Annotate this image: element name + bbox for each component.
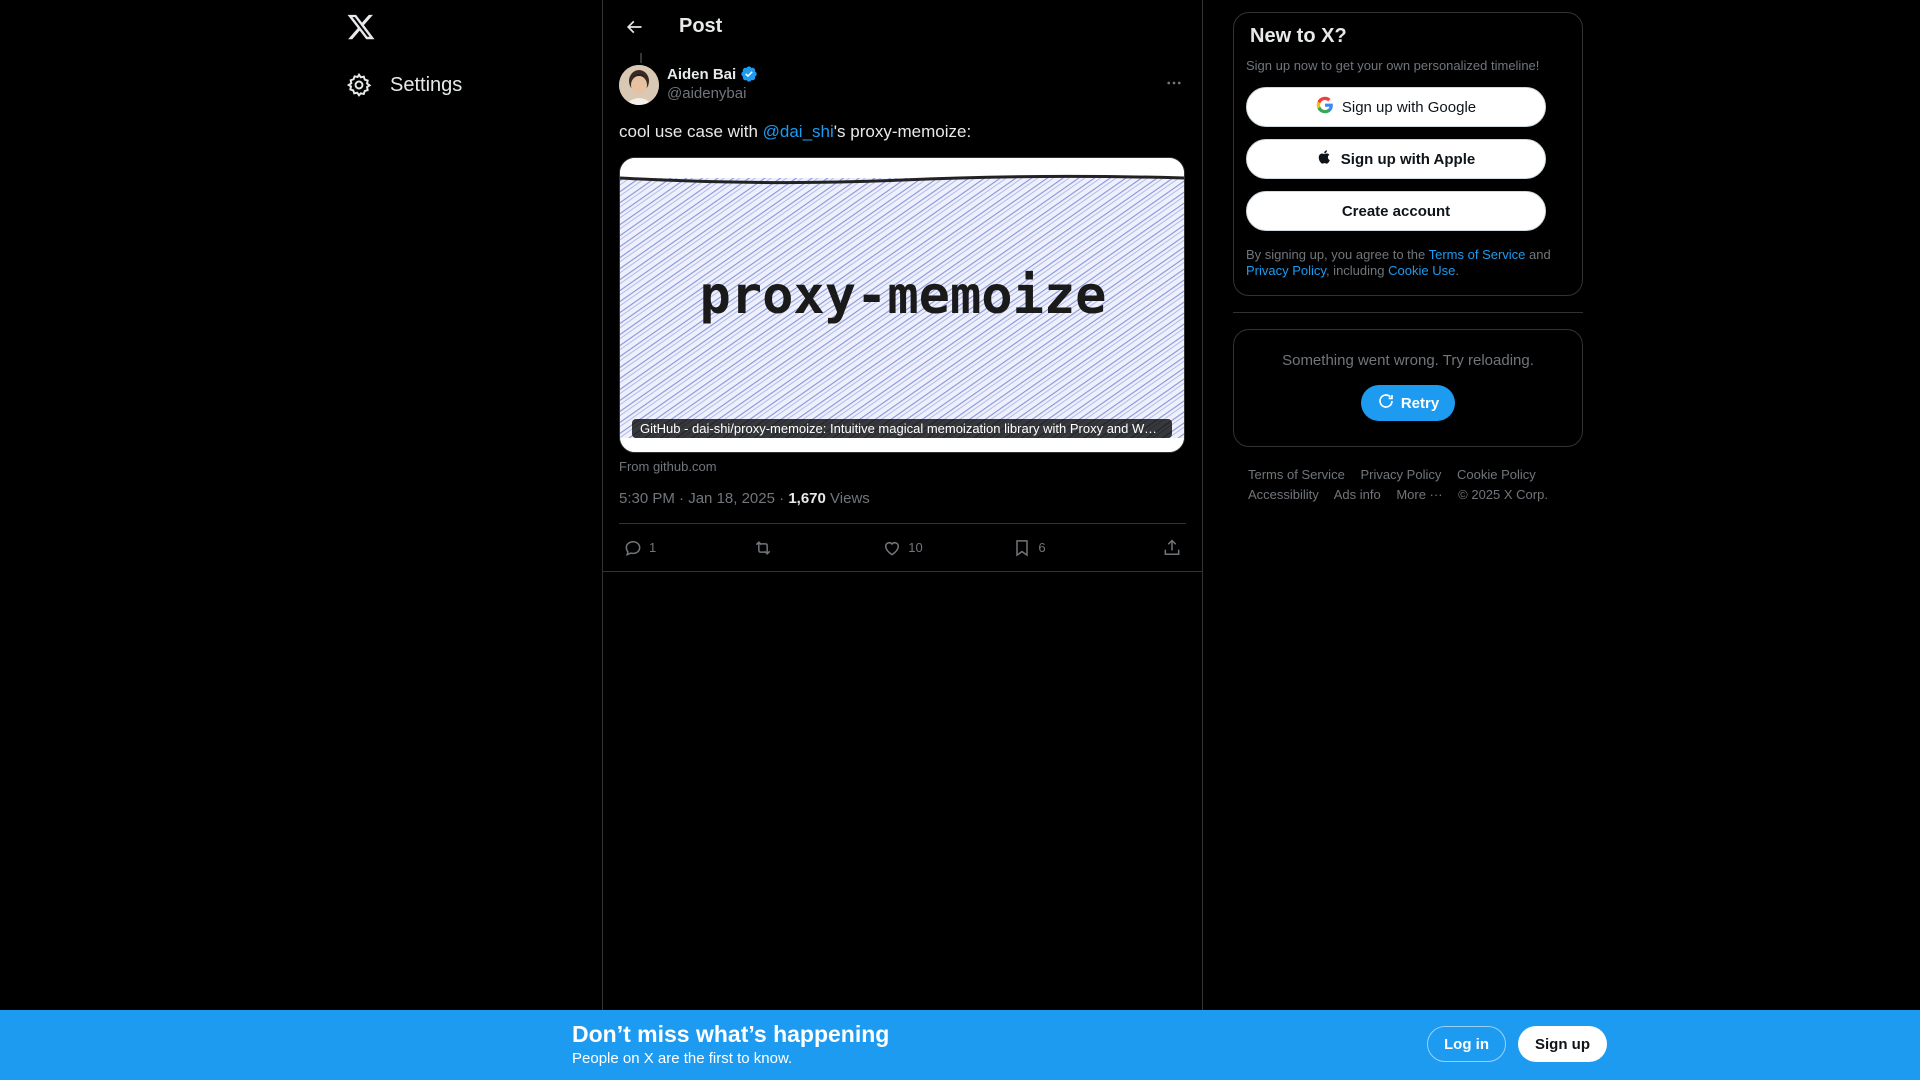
action-bar: 1 10 6 <box>603 524 1202 573</box>
terms-link[interactable]: Terms of Service <box>1429 247 1526 262</box>
footer-accessibility-link[interactable]: Accessibility <box>1248 487 1319 502</box>
main-column: Post Aiden Bai @aidenybai cool use case … <box>602 0 1203 1010</box>
signup-subtitle: Sign up now to get your own personalized… <box>1246 58 1540 73</box>
mention-link[interactable]: @dai_shi <box>763 122 834 141</box>
create-account-label: Create account <box>1341 202 1451 220</box>
signup-title: New to X? <box>1250 25 1347 47</box>
tweet-text-before: cool use case with <box>619 122 763 141</box>
tweet-date[interactable]: Jan 18, 2025 <box>688 490 775 507</box>
avatar[interactable] <box>619 65 659 105</box>
repost-button[interactable] <box>753 538 793 558</box>
footer-copyright: © 2025 X Corp. <box>1458 487 1548 502</box>
reply-count: 1 <box>649 540 657 556</box>
card-image-text: proxy-memoize <box>700 266 1107 326</box>
terms-and: and <box>1525 247 1551 262</box>
nav-settings[interactable]: Settings <box>346 72 462 98</box>
post-header: Post <box>603 0 1202 53</box>
bookmark-button[interactable]: 6 <box>1012 538 1052 558</box>
tweet-text: cool use case with @dai_shi's proxy-memo… <box>619 121 1186 143</box>
footer-more-link[interactable]: More ··· <box>1396 487 1442 502</box>
footer-ads-link[interactable]: Ads info <box>1334 487 1381 502</box>
banner-subtitle: People on X are the first to know. <box>572 1050 793 1067</box>
banner-title: Don’t miss what’s happening <box>572 1021 890 1047</box>
more-options-icon[interactable] <box>1162 71 1186 95</box>
settings-label: Settings <box>390 73 463 96</box>
cookie-link[interactable]: Cookie Use <box>1388 263 1455 278</box>
create-account-button[interactable]: Create account <box>1246 191 1546 231</box>
divider <box>1233 312 1583 313</box>
terms-including: , including <box>1325 263 1389 278</box>
footer-terms-link[interactable]: Terms of Service <box>1248 467 1345 482</box>
author-handle[interactable]: @aidenybai <box>667 85 758 102</box>
x-logo-icon[interactable] <box>346 12 378 44</box>
tweet: Aiden Bai @aidenybai cool use case with … <box>603 53 1202 573</box>
reply-button[interactable]: 1 <box>623 538 663 558</box>
signup-apple-button[interactable]: Sign up with Apple <box>1246 139 1546 179</box>
timestamp-row: 5:30 PM · Jan 18, 2025 · 1,670 Views <box>619 490 1186 525</box>
retry-label: Retry <box>1400 394 1440 412</box>
left-nav: Settings <box>0 0 602 1080</box>
terms-end: . <box>1455 263 1459 278</box>
signup-box: New to X? Sign up now to get your own pe… <box>1233 12 1583 296</box>
gear-icon <box>346 72 372 98</box>
share-button[interactable] <box>1142 538 1182 558</box>
page-title: Post <box>679 15 723 37</box>
google-label: Sign up with Google <box>1341 98 1477 116</box>
signup-button[interactable]: Sign up <box>1518 1026 1607 1062</box>
separator-dot: · <box>779 490 789 508</box>
author-name[interactable]: Aiden Bai <box>667 66 736 83</box>
bookmark-icon <box>1016 539 1029 557</box>
separator-dot: · <box>679 490 689 508</box>
views-label: Views <box>830 490 870 508</box>
footer-links: Terms of Service Privacy Policy Cookie P… <box>1233 465 1583 505</box>
apple-icon <box>1317 148 1333 170</box>
heart-icon <box>885 541 900 556</box>
bottom-banner: Don’t miss what’s happening People on X … <box>0 1010 1920 1080</box>
bookmark-count: 6 <box>1038 540 1046 556</box>
verified-badge-icon[interactable] <box>740 65 758 83</box>
link-card[interactable]: proxy-memoize GitHub - dai-shi/proxy-mem… <box>619 157 1185 454</box>
apple-label: Sign up with Apple <box>1340 150 1476 168</box>
card-image: proxy-memoize <box>620 158 1184 453</box>
terms-prefix: By signing up, you agree to the <box>1246 247 1429 262</box>
like-count: 10 <box>908 540 923 556</box>
card-caption: GitHub - dai-shi/proxy-memoize: Intuitiv… <box>632 419 1172 439</box>
error-box: Something went wrong. Try reloading. Ret… <box>1233 329 1583 447</box>
card-source[interactable]: From github.com <box>619 459 1186 474</box>
author-row: Aiden Bai @aidenybai <box>619 53 1186 105</box>
retry-button[interactable]: Retry <box>1360 385 1456 421</box>
like-button[interactable]: 10 <box>882 538 923 558</box>
login-button[interactable]: Log in <box>1427 1026 1506 1062</box>
privacy-link[interactable]: Privacy Policy <box>1246 263 1326 278</box>
back-arrow-icon[interactable] <box>619 12 649 42</box>
tweet-text-after: 's proxy-memoize: <box>833 122 972 141</box>
author-name-row: Aiden Bai <box>667 65 758 83</box>
footer-privacy-link[interactable]: Privacy Policy <box>1360 467 1441 482</box>
reply-icon <box>625 540 641 556</box>
footer-cookie-link[interactable]: Cookie Policy <box>1457 467 1536 482</box>
google-icon <box>1316 96 1334 118</box>
error-text: Something went wrong. Try reloading. <box>1282 352 1534 369</box>
signup-google-button[interactable]: Sign up with Google <box>1246 87 1546 127</box>
views-count: 1,670 <box>788 490 826 508</box>
tweet-time[interactable]: 5:30 PM <box>619 490 675 507</box>
repost-icon <box>755 540 770 555</box>
share-icon <box>1164 539 1180 555</box>
signup-terms: By signing up, you agree to the Terms of… <box>1246 247 1570 279</box>
author-meta: Aiden Bai @aidenybai <box>667 65 758 102</box>
right-sidebar: New to X? Sign up now to get your own pe… <box>1233 12 1583 505</box>
refresh-icon <box>1377 392 1395 414</box>
